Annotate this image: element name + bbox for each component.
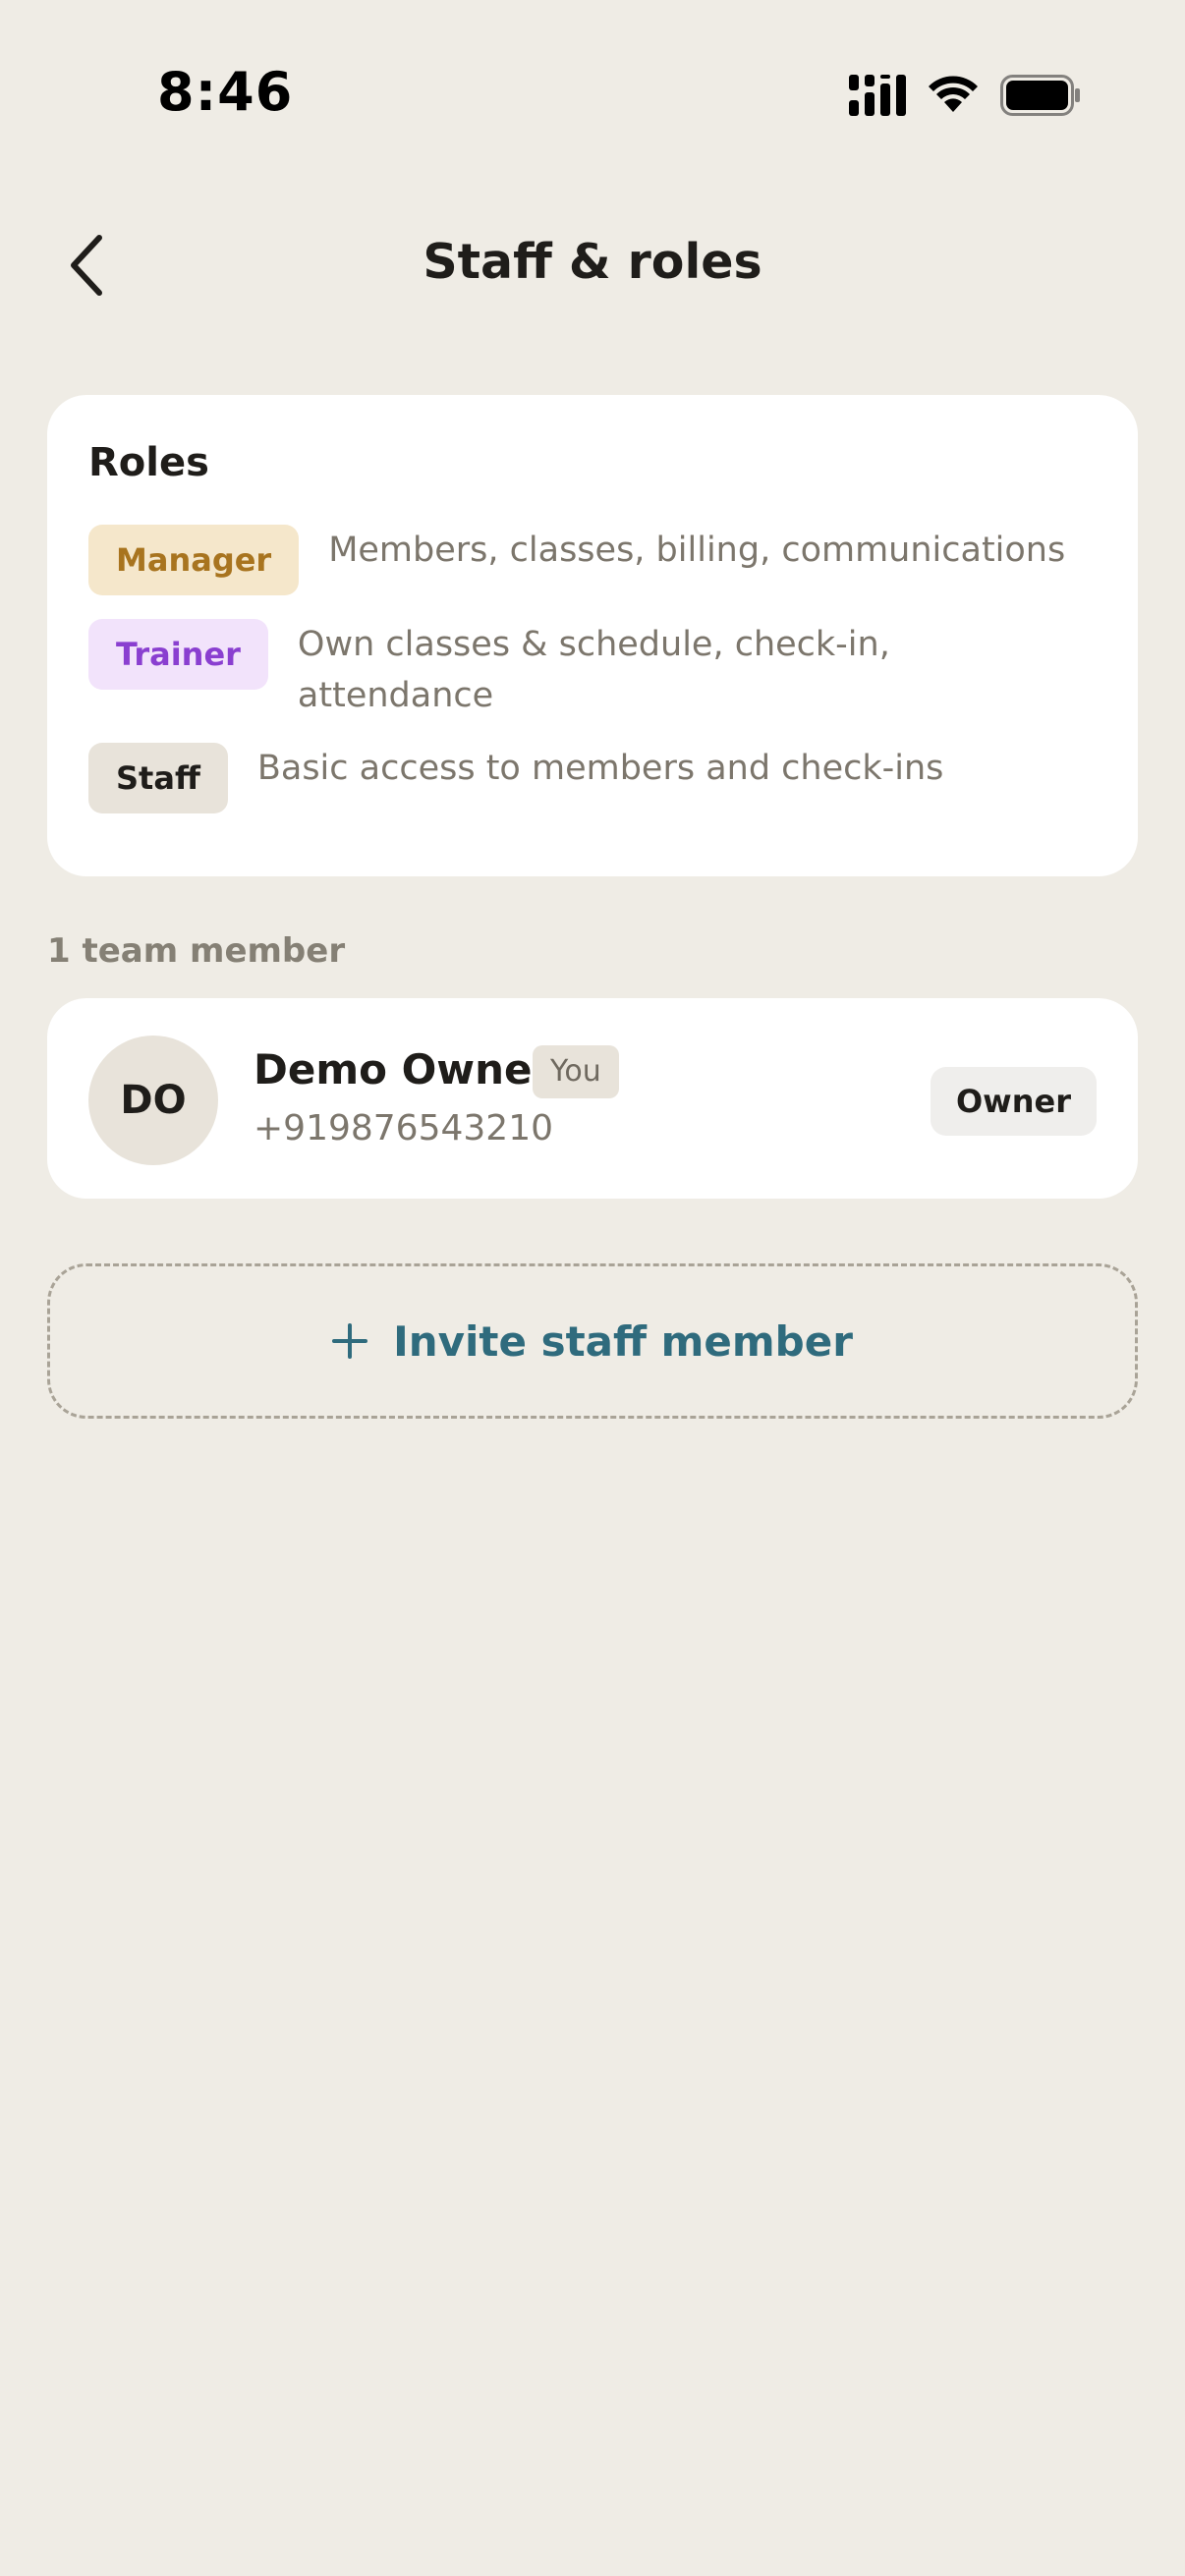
- status-bar: 8:46: [0, 0, 1185, 187]
- team-member-row[interactable]: DO Demo Owner You +919876543210 Owner: [47, 998, 1138, 1199]
- role-badge-trainer: Trainer: [88, 619, 268, 690]
- role-badge-staff: Staff: [88, 743, 228, 813]
- status-time: 8:46: [157, 61, 294, 123]
- role-badge-manager: Manager: [88, 525, 300, 595]
- you-badge: You: [533, 1045, 619, 1098]
- team-count-label: 1 team member: [47, 931, 346, 971]
- roles-card: Roles Manager Members, classes, billing,…: [47, 395, 1138, 876]
- role-row-staff: Staff Basic access to members and check-…: [88, 743, 1102, 813]
- member-role-badge: Owner: [930, 1067, 1097, 1136]
- plus-icon: [332, 1323, 368, 1359]
- role-row-manager: Manager Members, classes, billing, commu…: [88, 525, 1163, 595]
- page-title: Staff & roles: [423, 234, 762, 290]
- role-description-trainer: Own classes & schedule, check-in, attend…: [297, 625, 890, 715]
- member-name: Demo Owner: [254, 1045, 553, 1093]
- role-row-trainer: Trainer Own classes & schedule, check-in…: [88, 619, 1005, 721]
- roles-heading: Roles: [88, 440, 209, 485]
- role-description-manager: Members, classes, billing, communication…: [328, 531, 1066, 570]
- member-phone: +919876543210: [254, 1108, 554, 1148]
- invite-button-label: Invite staff member: [393, 1316, 853, 1366]
- staff-roles-screen: 8:46 Staff & roles Roles Manager Members…: [0, 0, 1185, 2576]
- role-description-staff: Basic access to members and check-ins: [256, 749, 944, 788]
- cellular-signal-icon: [849, 75, 906, 116]
- wifi-icon: [929, 76, 978, 112]
- battery-icon: [1000, 75, 1080, 116]
- invite-staff-button[interactable]: Invite staff member: [47, 1263, 1138, 1419]
- avatar: DO: [88, 1036, 218, 1165]
